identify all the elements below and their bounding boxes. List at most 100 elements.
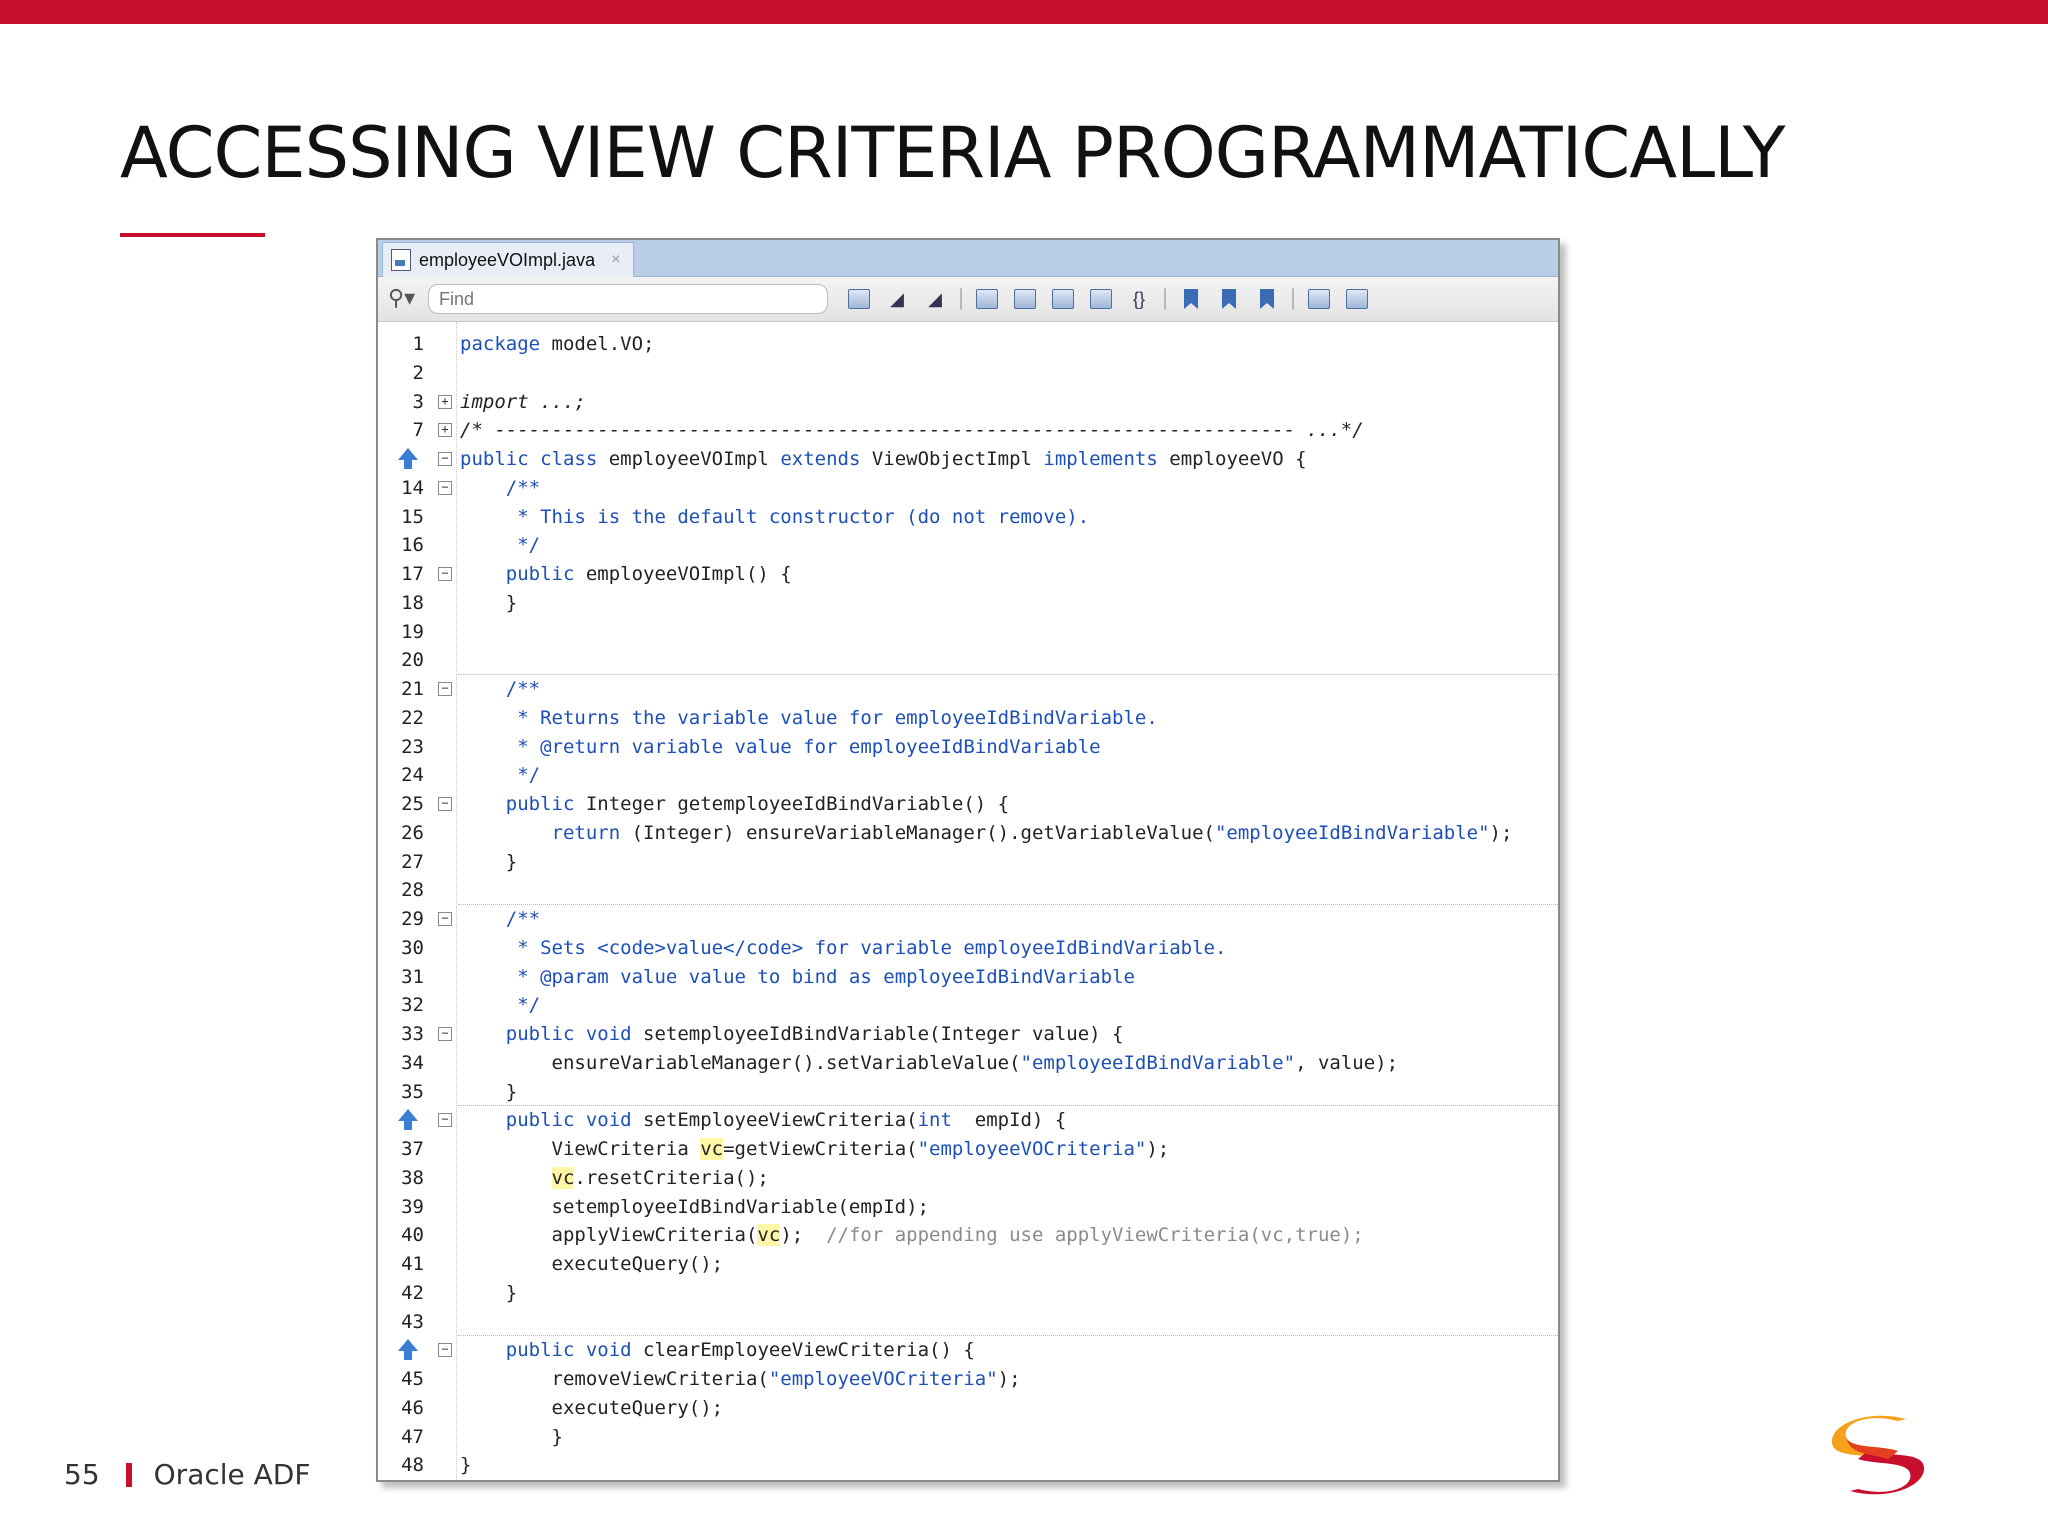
code-line[interactable]: 29− /**	[378, 905, 1558, 934]
prev-occurrence-icon[interactable]: ◢	[883, 286, 911, 312]
code-text: public void clearEmployeeViewCriteria() …	[505, 1339, 975, 1362]
code-line[interactable]: 43	[378, 1308, 1558, 1337]
line-number: 43	[401, 1310, 424, 1333]
code-line[interactable]: 21− /**	[378, 675, 1558, 704]
tab-employeevoimpl[interactable]: employeeVOImpl.java ×	[382, 242, 634, 277]
code-line[interactable]: 34 ensureVariableManager().setVariableVa…	[378, 1049, 1558, 1078]
code-line[interactable]: 18 }	[378, 589, 1558, 618]
code-line[interactable]: 17− public employeeVOImpl() {	[378, 560, 1558, 589]
toggle-bookmark-icon[interactable]	[1177, 286, 1205, 312]
code-text: /**	[505, 908, 541, 930]
collapse-fold-icon[interactable]: −	[438, 797, 452, 811]
line-number: 35	[401, 1080, 424, 1103]
code-line[interactable]: 35 }	[378, 1078, 1558, 1107]
expand-fold-icon[interactable]: +	[438, 423, 452, 438]
code-text: vc.resetCriteria();	[551, 1166, 769, 1189]
code-line[interactable]: 16 */	[378, 531, 1558, 560]
line-number: 18	[401, 591, 424, 614]
footer-separator	[125, 1462, 132, 1487]
code-text: applyViewCriteria(vc); //for appending u…	[460, 1224, 1364, 1247]
overrides-arrow-icon[interactable]	[398, 1339, 418, 1361]
overrides-arrow-icon[interactable]	[398, 1109, 418, 1131]
code-line[interactable]: 22 * Returns the variable value for empl…	[378, 704, 1558, 733]
collapse-fold-icon[interactable]: −	[438, 1343, 452, 1358]
code-line[interactable]: 48}	[378, 1451, 1558, 1480]
page-title: ACCESSING VIEW CRITERIA PROGRAMMATICALLY	[120, 112, 1786, 194]
code-line[interactable]: 42 }	[378, 1279, 1558, 1308]
collapse-fold-icon[interactable]: −	[438, 912, 452, 926]
expand-fold-icon[interactable]: +	[438, 394, 452, 409]
code-line[interactable]: 19	[378, 618, 1558, 647]
next-occurrence-icon[interactable]: ◢	[921, 286, 949, 312]
code-text: /**	[505, 476, 541, 499]
collapse-fold-icon[interactable]: −	[438, 480, 452, 495]
code-line[interactable]: 47 }	[378, 1423, 1558, 1452]
start-macro-icon[interactable]	[1305, 286, 1333, 312]
line-number: 38	[401, 1166, 424, 1189]
code-line[interactable]: 31 * @param value value to bind as emplo…	[378, 963, 1558, 992]
collapse-fold-icon[interactable]: −	[438, 567, 452, 581]
stop-macro-icon[interactable]	[1343, 286, 1371, 312]
line-number: 24	[401, 764, 424, 787]
code-text: }	[460, 1080, 518, 1103]
code-line[interactable]: 32 */	[378, 991, 1558, 1020]
shift-right-icon[interactable]	[1049, 286, 1077, 312]
code-text: }	[460, 1425, 563, 1448]
code-line[interactable]: 33− public void setemployeeIdBindVariabl…	[378, 1020, 1558, 1049]
code-line[interactable]: − public class employeeVOImpl extends Vie…	[378, 445, 1558, 474]
line-number: 31	[401, 965, 424, 988]
code-line[interactable]: 38 vc.resetCriteria();	[378, 1164, 1558, 1193]
close-icon[interactable]: ×	[611, 251, 620, 269]
code-line[interactable]: 1 package model.VO;	[378, 330, 1558, 359]
code-text: * @return variable value for employeeIdB…	[517, 735, 1101, 758]
code-line[interactable]: − public void clearEmployeeViewCriteria(…	[378, 1336, 1558, 1365]
code-line[interactable]: 41 executeQuery();	[378, 1250, 1558, 1279]
tab-label: employeeVOImpl.java	[419, 249, 596, 270]
code-line[interactable]: 2	[378, 359, 1558, 388]
code-line[interactable]: 26 return (Integer) ensureVariableManage…	[378, 819, 1558, 848]
toggle-comment-icon[interactable]	[1087, 286, 1115, 312]
code-area[interactable]: 1 package model.VO; 2 3 + import ...; 7 +/* ---…	[378, 322, 1558, 1480]
code-text: removeViewCriteria("employeeVOCriteria")…	[460, 1368, 1021, 1390]
code-line[interactable]: 40 applyViewCriteria(vc); //for appendin…	[378, 1221, 1558, 1250]
line-number: 7	[412, 419, 424, 442]
quick-search-icon[interactable]	[845, 286, 873, 312]
code-line[interactable]: 7 + /* -----------------------------------…	[378, 416, 1558, 445]
collapse-fold-icon[interactable]: −	[438, 1113, 452, 1128]
overrides-arrow-icon[interactable]	[398, 448, 418, 469]
code-line[interactable]: 28	[378, 876, 1558, 905]
collapse-fold-icon[interactable]: −	[438, 682, 452, 696]
code-line[interactable]: 24 */	[378, 761, 1558, 790]
code-line[interactable]: 39 setemployeeIdBindVariable(empId);	[378, 1193, 1558, 1222]
search-icon[interactable]: ⚲▾	[388, 285, 415, 311]
code-line[interactable]: − public void setEmployeeViewCriteria(in…	[378, 1106, 1558, 1135]
code-line[interactable]: 20	[378, 646, 1558, 675]
line-number: 3	[412, 390, 424, 413]
code-line[interactable]: 14− /**	[378, 474, 1558, 503]
collapse-fold-icon[interactable]: −	[438, 1027, 452, 1041]
code-line[interactable]: 25− public Integer getemployeeIdBindVari…	[378, 790, 1558, 819]
brand-top-bar	[0, 0, 2048, 24]
shift-left-icon[interactable]	[1011, 286, 1039, 312]
code-text: }	[460, 1281, 518, 1304]
collapse-fold-icon[interactable]: −	[438, 452, 452, 466]
line-number: 42	[401, 1281, 424, 1304]
line-number: 19	[401, 620, 424, 643]
braces-icon[interactable]: {}	[1125, 286, 1153, 312]
line-number: 30	[401, 936, 424, 959]
java-file-icon	[391, 249, 411, 271]
code-line[interactable]: 30 * Sets <code>value</code> for variabl…	[378, 934, 1558, 963]
next-bookmark-icon[interactable]	[1253, 286, 1281, 312]
code-line[interactable]: 45 removeViewCriteria("employeeVOCriteri…	[378, 1365, 1558, 1394]
code-line[interactable]: 37 ViewCriteria vc=getViewCriteria("empl…	[378, 1135, 1558, 1164]
prev-bookmark-icon[interactable]	[1215, 286, 1243, 312]
find-input[interactable]	[428, 284, 828, 314]
code-line[interactable]: 46 executeQuery();	[378, 1394, 1558, 1423]
code-line[interactable]: 15 * This is the default constructor (do…	[378, 503, 1558, 532]
code-line[interactable]: 27 }	[378, 848, 1558, 877]
find-selection-icon[interactable]	[973, 286, 1001, 312]
code-line[interactable]: 23 * @return variable value for employee…	[378, 733, 1558, 762]
code-editor-window: employeeVOImpl.java × ⚲▾ ◢ ◢ {} 1pack	[376, 238, 1560, 1482]
code-line[interactable]: 3 + import ...;	[378, 388, 1558, 417]
code-text: ViewCriteria vc=getViewCriteria("employe…	[460, 1138, 1170, 1160]
